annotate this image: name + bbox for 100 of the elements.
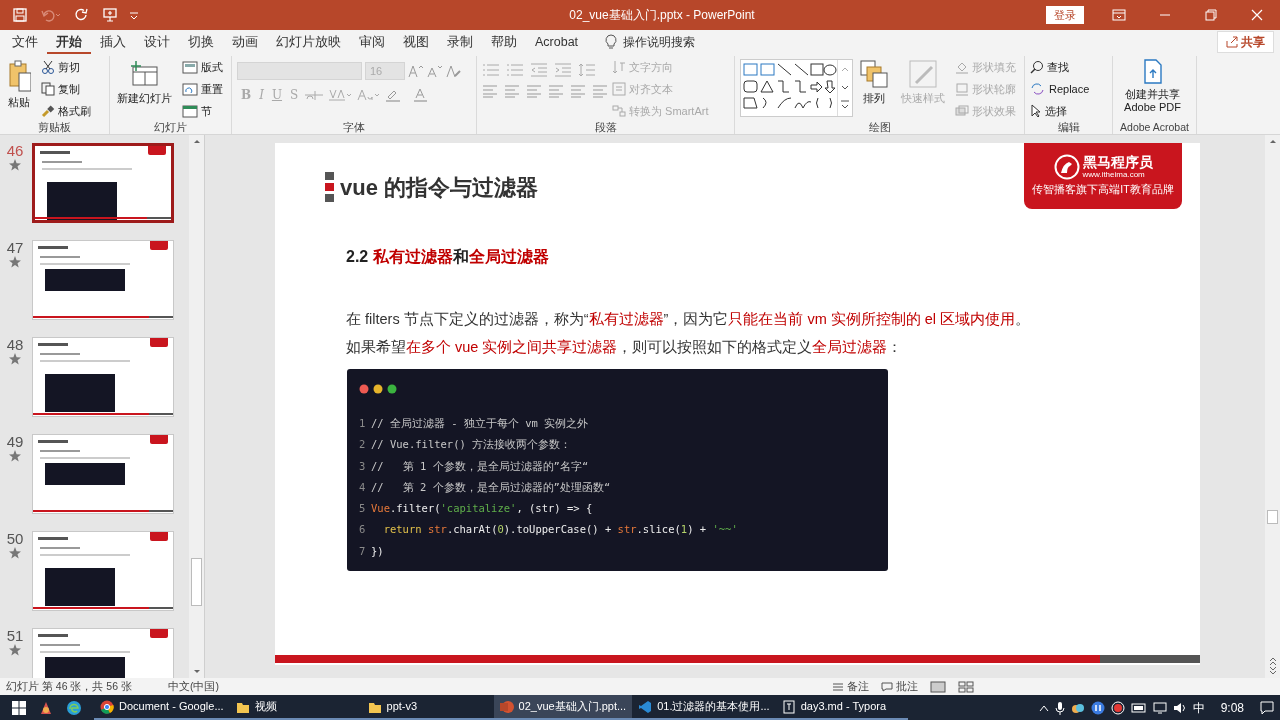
group-label: Adobe Acrobat [1119, 121, 1190, 134]
ribbon-button[interactable]: 粘贴 [5, 59, 33, 121]
normal-view-icon[interactable] [930, 680, 946, 693]
shrink-font-icon[interactable] [427, 64, 443, 78]
shape-effects-icon [955, 104, 969, 118]
presentation-icon[interactable] [102, 7, 118, 23]
ribbon-button[interactable]: 复制 [41, 81, 91, 97]
lightbulb-icon[interactable] [605, 34, 618, 50]
ribbon-tab[interactable]: 视图 [394, 30, 438, 54]
input-method-indicator[interactable]: 中 [1192, 698, 1205, 717]
line-number: 1 [359, 416, 367, 431]
ribbon-button[interactable]: 查找 [1030, 59, 1090, 75]
powerpoint-icon [499, 699, 514, 714]
redo-icon[interactable] [74, 7, 90, 23]
star-icon [9, 353, 21, 365]
taskbar-app[interactable]: 01.过滤器的基本使用... [632, 695, 776, 720]
ribbon-button[interactable]: 重置 [182, 81, 223, 97]
ribbon-tab[interactable]: 幻灯片放映 [267, 30, 350, 54]
slide-title: vue 的指令与过滤器 [340, 173, 539, 202]
shapes-gallery[interactable] [740, 59, 853, 117]
windows-start-icon[interactable] [12, 700, 26, 715]
star-icon [9, 547, 21, 559]
ribbon-tab[interactable]: Acrobat [526, 30, 588, 54]
search-icon [1030, 60, 1044, 74]
ribbon-button[interactable]: 选择 [1030, 103, 1090, 119]
ribbon-tab[interactable]: 插入 [91, 30, 135, 54]
slide-number: 48 [5, 337, 25, 353]
ribbon-tab[interactable]: 切换 [179, 30, 223, 54]
code-editor-icon [638, 699, 653, 714]
notifications-icon[interactable] [1260, 700, 1274, 715]
taskbar-app[interactable]: 02_vue基础入门.ppt... [493, 695, 633, 720]
comments-button[interactable]: 批注 [881, 678, 918, 695]
save-icon[interactable] [12, 7, 28, 23]
ribbon-tab[interactable]: 设计 [135, 30, 179, 54]
chevron-up-icon[interactable] [1038, 703, 1049, 712]
microphone-icon[interactable] [1054, 700, 1065, 715]
reset-icon [182, 82, 198, 96]
group-label: 剪贴板 [37, 121, 72, 134]
star-icon [9, 644, 21, 656]
group-label: 字体 [342, 121, 366, 134]
copy-icon [41, 82, 55, 96]
ribbon-button[interactable]: 新建幻灯片 [115, 59, 174, 121]
ribbon-tab[interactable]: 文件 [3, 30, 47, 54]
scissors-icon [41, 60, 55, 74]
ribbon-button[interactable]: 排列 [857, 59, 891, 121]
grow-font-icon[interactable] [408, 64, 424, 78]
edge-browser-icon[interactable] [66, 699, 82, 716]
taskbar-app[interactable]: Document - Google... [94, 695, 230, 720]
comment-icon [881, 681, 893, 692]
ribbon-button[interactable]: 版式 [182, 59, 223, 75]
ribbon-button[interactable]: 节 [182, 103, 223, 119]
taskbar-app[interactable]: day3.md - Typora [775, 695, 908, 720]
tell-me-search[interactable]: 操作说明搜索 [623, 33, 696, 51]
restore-icon[interactable] [1205, 9, 1217, 21]
ribbon-display-icon[interactable] [1112, 9, 1126, 21]
taskbar-app[interactable]: 视频 [229, 695, 362, 720]
slide-thumbnail[interactable] [32, 143, 174, 223]
font-name-field[interactable] [237, 62, 362, 80]
code-line: }) [371, 543, 384, 559]
ribbon-button[interactable]: 剪切 [41, 59, 91, 75]
volume-icon[interactable] [1172, 701, 1187, 714]
ribbon-button[interactable]: 创建并共享 Adobe PDF [1118, 59, 1187, 121]
ribbon-tab[interactable]: 录制 [438, 30, 482, 54]
line-number: 4 [359, 479, 367, 495]
ribbon-tab[interactable]: 帮助 [482, 30, 526, 54]
arrange-icon [859, 59, 889, 89]
customize-caret-icon[interactable] [130, 11, 138, 19]
ribbon-tab[interactable]: 开始 [47, 30, 91, 54]
ribbon-button[interactable]: 格式刷 [41, 103, 91, 119]
pause-icon[interactable] [1090, 700, 1105, 715]
line-number: 5 [359, 501, 367, 517]
ribbon-button[interactable]: Replace [1030, 81, 1090, 97]
record-icon[interactable] [1110, 700, 1125, 715]
notes-button[interactable]: 备注 [832, 678, 869, 695]
ribbon-tab[interactable]: 动画 [223, 30, 267, 54]
scrollbar-thumb[interactable] [191, 558, 202, 606]
section-icon [182, 104, 198, 118]
title-marker-icon [325, 172, 334, 202]
ribbon-tab[interactable]: 审阅 [350, 30, 394, 54]
line-number: 6 [359, 522, 367, 538]
pointer-icon [1030, 104, 1042, 118]
clock[interactable]: 9:08 [1220, 698, 1244, 717]
close-icon[interactable] [1251, 9, 1263, 21]
cloud-icon[interactable] [1070, 701, 1085, 714]
section-heading: 2.2 私有过滤器和全局过滤器 [345, 247, 550, 267]
slide-sorter-icon[interactable] [958, 680, 974, 693]
star-icon [9, 159, 21, 171]
scrollbar-thumb[interactable] [1267, 510, 1278, 524]
new-slide-icon [129, 59, 160, 89]
sign-in-button[interactable]: 登录 [1046, 6, 1084, 24]
share-button[interactable]: 共享 [1217, 31, 1274, 53]
network-icon[interactable] [1152, 701, 1167, 714]
layout-icon [182, 60, 198, 74]
group-label: 幻灯片 [153, 121, 188, 134]
clear-format-icon[interactable] [446, 64, 462, 78]
taskbar-app[interactable]: ppt-v3 [361, 695, 494, 720]
battery-icon[interactable] [1130, 702, 1147, 713]
window-title: 02_vue基础入门.pptx - PowerPoint [568, 7, 756, 24]
group-label: 编辑 [1056, 121, 1081, 134]
language-indicator[interactable]: 中文(中国) [167, 678, 219, 695]
